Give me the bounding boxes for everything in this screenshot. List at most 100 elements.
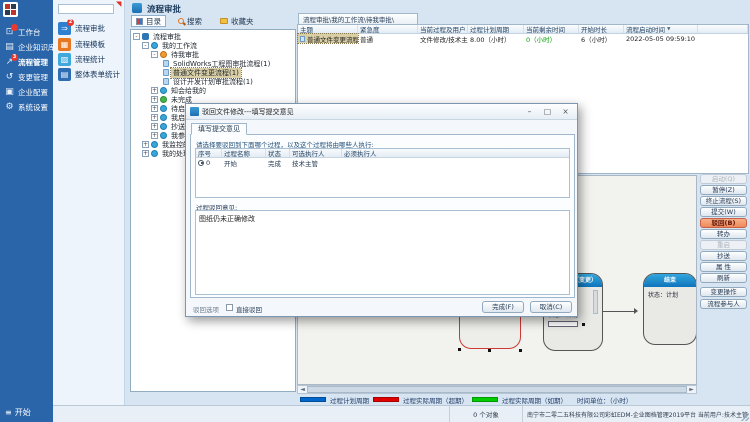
flow-connector-arrowhead xyxy=(634,308,638,314)
flow-connector xyxy=(603,311,635,312)
direct-reject-checkbox[interactable] xyxy=(226,304,233,311)
process-doc-icon xyxy=(300,36,305,42)
selection-handle[interactable] xyxy=(488,349,491,352)
change-operation-button[interactable]: 变更操作 xyxy=(700,287,747,297)
reject-button[interactable]: 驳回(B) xyxy=(700,218,747,228)
node-mini-scrollbar[interactable] xyxy=(593,290,598,314)
tree-toggle[interactable]: - xyxy=(133,33,140,40)
resize-grip[interactable] xyxy=(741,413,749,421)
tree-item[interactable]: +知会给我的 xyxy=(131,86,295,95)
tree-toggle[interactable]: + xyxy=(151,123,158,130)
column-header-sorted[interactable]: 流程启动时间▼ xyxy=(624,25,698,33)
maximize-icon[interactable]: □ xyxy=(540,106,555,117)
filter-flag-icon[interactable]: ◥ xyxy=(116,1,121,8)
tab-search[interactable]: 搜索 xyxy=(173,15,207,27)
tree-item[interactable]: -我的工作流 xyxy=(131,41,295,50)
tree-toggle[interactable]: + xyxy=(151,105,158,112)
tree-toggle[interactable]: + xyxy=(151,87,158,94)
sidebar-item-knowledge-base[interactable]: ▤ 企业知识库 xyxy=(0,41,53,53)
tab-catalog[interactable]: 目录 xyxy=(131,15,166,27)
column-header[interactable]: 开始时长 xyxy=(579,25,624,33)
module-panel: ◥ ⇒2 流程审批 ▦ 流程模板 ▨ 流程统计 ▤ 整体表单统计 xyxy=(53,0,125,405)
sidebar-item-label: 企业知识库 xyxy=(18,42,56,53)
start-process-button: 启动(Q) xyxy=(700,174,747,184)
cancel-button[interactable]: 取消(C) xyxy=(530,301,572,313)
start-button[interactable]: ≡ 开始 xyxy=(5,407,31,418)
sidebar-item-process-management[interactable]: ↗3 流程管理 xyxy=(0,56,53,68)
opinion-textarea[interactable]: 图纸仍未正确修改 xyxy=(195,210,570,295)
pause-button[interactable]: 暂停(Z) xyxy=(700,185,747,195)
tree-toggle[interactable]: + xyxy=(142,150,149,157)
module-item-label: 流程审批 xyxy=(75,23,105,34)
column-header[interactable]: 过程计划周期 xyxy=(468,25,524,33)
tree-item[interactable]: 设计开发计划审批流程(1) xyxy=(131,77,295,86)
tree-toggle[interactable]: + xyxy=(151,114,158,121)
elapsed-cell: 6（小时） xyxy=(579,34,624,43)
module-item-form-stats[interactable]: ▤ 整体表单统计 xyxy=(58,67,120,81)
column-header[interactable]: 当前过程及用户 xyxy=(418,25,468,33)
breadcrumb[interactable]: 流程审批\我的工作流\待我审批\ xyxy=(298,13,418,24)
module-search-input[interactable] xyxy=(58,4,114,14)
selection-handle[interactable] xyxy=(458,348,461,351)
table-row[interactable]: 普通文件变更流程 普通 文件修改/技术主管 8.00（小时） 0（小时） 6（小… xyxy=(298,34,748,43)
sidebar-item-label: 变更管理 xyxy=(18,72,48,83)
flow-node-end[interactable]: 结束 状态：计划 xyxy=(643,273,697,345)
cc-button[interactable]: 抄送 xyxy=(700,251,747,261)
tree-toggle[interactable]: + xyxy=(142,141,149,148)
submit-button[interactable]: 提交(W) xyxy=(700,207,747,217)
process-participants-button[interactable]: 流程参与人 xyxy=(700,299,747,309)
restart-button: 重启 xyxy=(700,240,747,250)
briefcase-icon: ▣ xyxy=(4,87,15,98)
forward-button[interactable]: 转办 xyxy=(700,229,747,239)
sidebar-item-enterprise-config[interactable]: ▣ 企业配置 xyxy=(0,86,53,98)
horizontal-scrollbar[interactable]: ◄ ► xyxy=(297,385,697,394)
radio-selected[interactable] xyxy=(198,160,204,166)
dialog-titlebar[interactable]: 驳回文件修改---填写提交意见 – □ × xyxy=(186,104,577,120)
finish-button[interactable]: 完成(F) xyxy=(482,301,524,313)
module-item-label: 流程统计 xyxy=(75,54,105,65)
properties-button[interactable]: 属 性 xyxy=(700,262,747,272)
list-row[interactable]: 0 开始 完成 技术主管 xyxy=(196,158,569,167)
minimize-icon[interactable]: – xyxy=(522,106,537,117)
sidebar-item-change-management[interactable]: ↺ 变更管理 xyxy=(0,71,53,83)
sidebar-item-label: 流程管理 xyxy=(18,57,48,68)
module-item-process-approval[interactable]: ⇒2 流程审批 xyxy=(58,21,105,35)
tree-toggle[interactable]: + xyxy=(151,96,158,103)
scroll-left-icon[interactable]: ◄ xyxy=(298,386,307,393)
tab-favorites[interactable]: 收藏夹 xyxy=(215,15,259,27)
column-header-filler xyxy=(698,25,748,33)
selection-handle[interactable] xyxy=(519,349,522,352)
close-icon[interactable]: × xyxy=(558,106,573,117)
search-icon xyxy=(178,18,184,24)
column-header[interactable]: 紧急度 xyxy=(358,25,418,33)
page-title: 流程审批 xyxy=(147,3,181,15)
menu-icon: ≡ xyxy=(5,408,12,417)
candidates-cell: 技术主管 xyxy=(290,158,342,168)
scrollbar-thumb[interactable] xyxy=(307,386,687,393)
module-item-label: 整体表单统计 xyxy=(75,69,120,80)
process-stats-icon: ▨ xyxy=(58,53,71,66)
sidebar-item-workbench[interactable]: ⊡ 工作台 xyxy=(0,26,53,38)
reject-target-list: 序号 过程名称 状态 可选执行人 必须执行人 0 开始 完成 技术主管 xyxy=(195,148,570,198)
module-item-process-stats[interactable]: ▨ 流程统计 xyxy=(58,52,105,66)
scroll-right-icon[interactable]: ► xyxy=(687,386,696,393)
status-segment-empty xyxy=(53,406,450,422)
tree-toggle[interactable]: - xyxy=(151,51,158,58)
column-header[interactable]: 主题 xyxy=(298,25,358,33)
sidebar-item-system-settings[interactable]: ⚙ 系统设置 xyxy=(0,101,53,113)
tree-toggle[interactable]: - xyxy=(142,42,149,49)
start-label: 开始 xyxy=(15,407,31,418)
planned-period-cell: 8.00（小时） xyxy=(468,34,524,43)
module-item-process-template[interactable]: ▦ 流程模板 xyxy=(58,37,105,51)
tree-toggle[interactable]: + xyxy=(151,132,158,139)
column-header[interactable]: 当前剩余时间 xyxy=(524,25,579,33)
process-doc-icon xyxy=(163,60,169,67)
refresh-button[interactable]: 刷新 xyxy=(700,273,747,283)
dialog-tab-submit-opinion[interactable]: 填写提交意见 xyxy=(191,123,247,135)
terminate-process-button[interactable]: 终止流程(S) xyxy=(700,196,747,206)
legend-swatch-ontime xyxy=(472,397,498,402)
tree-item[interactable]: -流程审批 xyxy=(131,32,295,41)
notification-badge: 3 xyxy=(11,54,18,61)
state-cell: 完成 xyxy=(266,158,290,168)
pending-approval-icon xyxy=(160,51,167,58)
